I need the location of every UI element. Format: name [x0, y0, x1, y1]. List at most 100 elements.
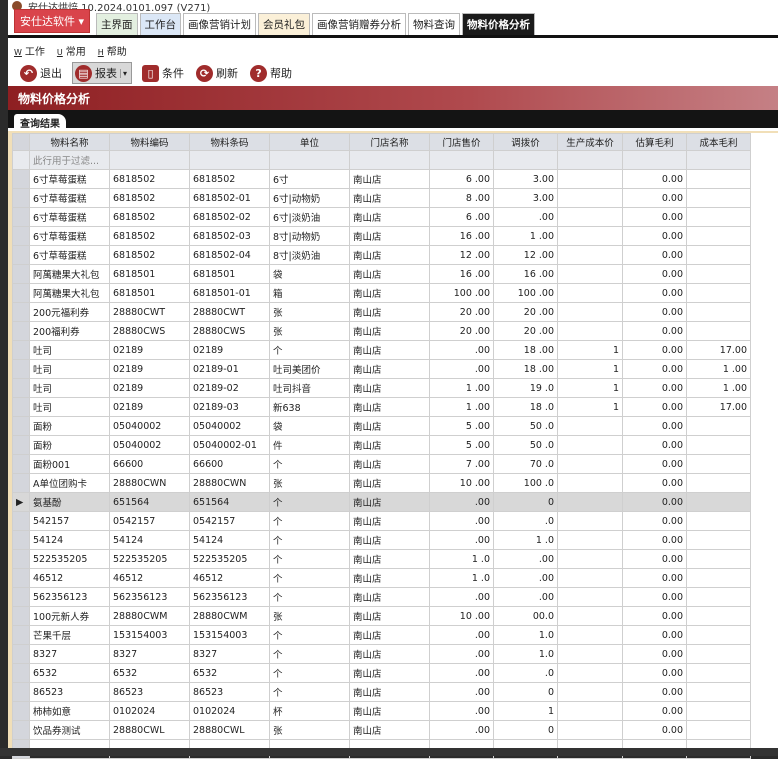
table-cell[interactable]: [686, 321, 751, 341]
column-header[interactable]: 门店名称: [349, 133, 430, 151]
table-cell[interactable]: 南山店: [349, 188, 430, 208]
table-cell[interactable]: 南山店: [349, 530, 430, 550]
table-cell[interactable]: 南山店: [349, 606, 430, 626]
table-cell[interactable]: 吐司: [29, 340, 110, 360]
table-cell[interactable]: 个: [269, 492, 350, 512]
table-cell[interactable]: 南山店: [349, 416, 430, 436]
refresh-button[interactable]: ⟳ 刷新: [194, 62, 240, 84]
table-cell[interactable]: 66600: [189, 454, 270, 474]
table-cell[interactable]: 16 .00: [493, 264, 558, 284]
table-cell[interactable]: 6818502-03: [189, 226, 270, 246]
table-cell[interactable]: 6 .00: [429, 169, 494, 189]
table-row[interactable]: 6寸草莓蛋糕 6818502 6818502-03 8寸|动物奶 南山店 16 .00 1 …: [12, 226, 751, 246]
table-cell[interactable]: [686, 492, 751, 512]
table-cell[interactable]: [557, 188, 623, 208]
table-cell[interactable]: [557, 530, 623, 550]
table-cell[interactable]: 南山店: [349, 264, 430, 284]
table-cell[interactable]: 651564: [189, 492, 270, 512]
table-cell[interactable]: 1: [557, 397, 623, 417]
row-indicator[interactable]: [12, 549, 30, 569]
row-indicator[interactable]: [12, 682, 30, 702]
row-indicator[interactable]: ▶: [12, 492, 30, 512]
table-cell[interactable]: 袋: [269, 264, 350, 284]
table-cell[interactable]: 20 .00: [493, 321, 558, 341]
table-cell[interactable]: [686, 663, 751, 683]
table-row[interactable]: 200福利券 28880CWS 28880CWS 张南山店 20 .00 20 .00 0.…: [12, 321, 751, 341]
menu-help[interactable]: H 帮助: [98, 43, 127, 58]
table-cell[interactable]: 100 .00: [429, 283, 494, 303]
table-cell[interactable]: 6818501: [189, 264, 270, 284]
table-cell[interactable]: 28880CWM: [189, 606, 270, 626]
table-cell[interactable]: 522535205: [109, 549, 190, 569]
filter-row[interactable]: 此行用于过滤...: [12, 150, 751, 170]
table-cell[interactable]: 个: [269, 682, 350, 702]
table-cell[interactable]: 南山店: [349, 340, 430, 360]
table-cell[interactable]: 箱: [269, 283, 350, 303]
table-cell[interactable]: 28880CWS: [109, 321, 190, 341]
table-cell[interactable]: 0.00: [622, 473, 687, 493]
filter-cell[interactable]: [109, 150, 190, 170]
table-cell[interactable]: 0102024: [109, 701, 190, 721]
table-cell[interactable]: [557, 701, 623, 721]
table-cell[interactable]: 南山店: [349, 359, 430, 379]
table-cell[interactable]: 柿柿如意: [29, 701, 110, 721]
table-cell[interactable]: .00: [429, 340, 494, 360]
table-cell[interactable]: [686, 682, 751, 702]
table-cell[interactable]: 6818502: [109, 245, 190, 265]
brand-menu-button[interactable]: 安仕达软件 ▾: [14, 9, 91, 33]
table-cell[interactable]: 0.00: [622, 701, 687, 721]
table-cell[interactable]: .00: [429, 720, 494, 740]
table-cell[interactable]: 0.00: [622, 530, 687, 550]
table-cell[interactable]: 6532: [109, 663, 190, 683]
table-cell[interactable]: 个: [269, 340, 350, 360]
table-cell[interactable]: [686, 549, 751, 569]
table-cell[interactable]: 28880CWL: [189, 720, 270, 740]
table-row[interactable]: 阿萬糖果大礼包 6818501 6818501-01 箱南山店 100 .00 100 .…: [12, 283, 751, 303]
table-cell[interactable]: 02189-01: [189, 359, 270, 379]
row-indicator[interactable]: [12, 378, 30, 398]
table-cell[interactable]: 02189: [109, 359, 190, 379]
row-indicator[interactable]: [12, 606, 30, 626]
table-cell[interactable]: [557, 644, 623, 664]
table-row[interactable]: 面粉001 66600 66600 个南山店 7 .00 70 .0 0.00: [12, 454, 751, 474]
table-cell[interactable]: 个: [269, 587, 350, 607]
table-cell[interactable]: 6532: [189, 663, 270, 683]
table-cell[interactable]: [686, 207, 751, 227]
table-cell[interactable]: 南山店: [349, 492, 430, 512]
table-cell[interactable]: 南山店: [349, 511, 430, 531]
table-cell[interactable]: 件: [269, 435, 350, 455]
table-cell[interactable]: 02189-02: [189, 378, 270, 398]
table-cell[interactable]: 南山店: [349, 226, 430, 246]
table-cell[interactable]: 66600: [109, 454, 190, 474]
table-cell[interactable]: [557, 226, 623, 246]
table-cell[interactable]: 个: [269, 549, 350, 569]
tab-coupon-analysis[interactable]: 画像营销赠券分析: [312, 13, 407, 35]
row-indicator[interactable]: [12, 625, 30, 645]
filter-cell[interactable]: [189, 150, 270, 170]
table-cell[interactable]: 0.00: [622, 549, 687, 569]
filter-cell-name[interactable]: 此行用于过滤...: [29, 150, 110, 170]
table-cell[interactable]: [686, 188, 751, 208]
row-indicator[interactable]: [12, 321, 30, 341]
table-cell[interactable]: 05040002: [189, 416, 270, 436]
table-cell[interactable]: 54124: [109, 530, 190, 550]
table-cell[interactable]: .00: [493, 568, 558, 588]
table-cell[interactable]: A单位团购卡: [29, 473, 110, 493]
table-cell[interactable]: 张: [269, 473, 350, 493]
table-cell[interactable]: 0.00: [622, 454, 687, 474]
table-cell[interactable]: 6寸草莓蛋糕: [29, 207, 110, 227]
tab-material-price-analysis[interactable]: 物料价格分析: [462, 13, 536, 35]
table-cell[interactable]: 6 .00: [429, 207, 494, 227]
table-cell[interactable]: [686, 169, 751, 189]
table-cell[interactable]: 7 .00: [429, 454, 494, 474]
table-cell[interactable]: 0: [493, 720, 558, 740]
table-cell[interactable]: 6寸|动物奶: [269, 188, 350, 208]
help-button[interactable]: ? 帮助: [248, 62, 294, 84]
table-cell[interactable]: 50 .0: [493, 416, 558, 436]
table-cell[interactable]: 1 .00: [429, 378, 494, 398]
table-cell[interactable]: 86523: [189, 682, 270, 702]
table-cell[interactable]: [557, 568, 623, 588]
table-cell[interactable]: 南山店: [349, 207, 430, 227]
table-cell[interactable]: 17.00: [686, 340, 751, 360]
table-cell[interactable]: 新638: [269, 397, 350, 417]
